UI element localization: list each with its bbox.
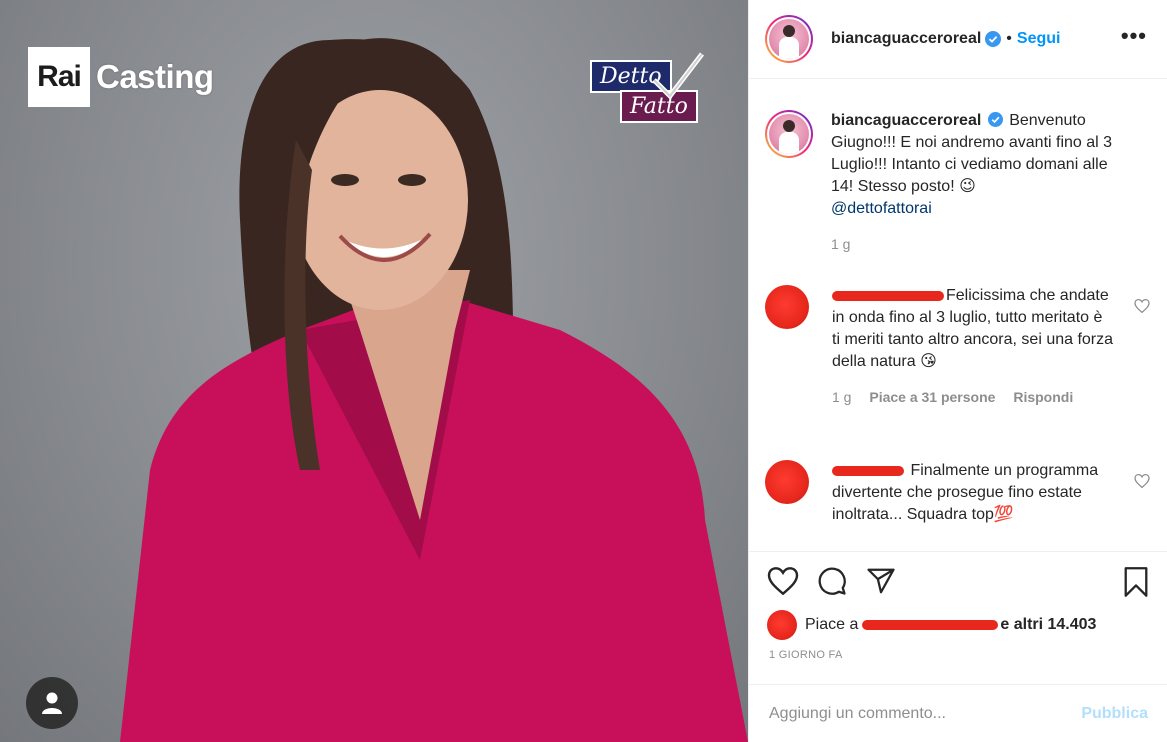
comment-likes[interactable]: Piace a 31 persone — [869, 389, 995, 405]
tagged-users-button[interactable] — [26, 677, 78, 729]
follow-button[interactable]: Segui — [1017, 30, 1061, 48]
more-options-button[interactable]: ••• — [1121, 25, 1147, 47]
redacted-username — [832, 290, 944, 301]
likes-summary[interactable]: Piace a e altri 14.403 — [767, 610, 1096, 640]
comment-avatar-redacted[interactable] — [765, 460, 809, 504]
caption-username[interactable]: biancaguacceroreal — [831, 112, 981, 129]
post-actions: Piace a e altri 14.403 1 GIORNO FA Pubbl… — [749, 551, 1167, 742]
reply-button[interactable]: Rispondi — [1013, 389, 1073, 405]
likes-prefix: Piace a — [805, 616, 859, 633]
comment-bubble-icon[interactable] — [816, 566, 848, 596]
header-separator: • — [1006, 30, 1012, 47]
like-heart-icon[interactable] — [767, 566, 799, 596]
verified-icon — [987, 112, 1003, 127]
rai-logo-box: Rai — [28, 47, 90, 107]
check-icon — [652, 52, 704, 100]
rai-logo-text: Casting — [96, 58, 214, 95]
publish-button[interactable]: Pubblica — [1081, 705, 1148, 723]
comment-meta: 1 g Piace a 31 persone Rispondi — [832, 386, 1114, 408]
post-header: biancaguacceroreal • Segui ••• — [749, 0, 1167, 79]
caption-mention-link[interactable]: @dettofattorai — [831, 200, 932, 217]
detto-fatto-logo: Detto Fatto — [590, 52, 704, 123]
caption-avatar[interactable] — [765, 110, 813, 158]
verified-icon — [985, 31, 1002, 47]
post-sidebar: biancaguacceroreal • Segui ••• biancagua… — [748, 0, 1167, 742]
redacted-liker-name — [862, 620, 999, 630]
comment-input[interactable] — [769, 705, 1082, 723]
comment-heart-icon[interactable] — [1134, 299, 1150, 313]
comment-heart-icon[interactable] — [1134, 474, 1150, 488]
liker-avatar-redacted — [767, 610, 797, 640]
likes-count[interactable]: e altri 14.403 — [1000, 616, 1096, 634]
header-username[interactable]: biancaguacceroreal — [831, 30, 981, 48]
save-bookmark-icon[interactable] — [1122, 566, 1150, 598]
user-icon — [42, 692, 62, 714]
comment-item: Felicissima che andate in onda fino al 3… — [765, 285, 1160, 408]
comment-item: Finalmente un programma divertente che p… — [765, 460, 1160, 526]
add-comment-bar: Pubblica — [749, 684, 1167, 742]
comments-scroll-area[interactable]: biancaguacceroreal Benvenuto Giugno!!! E… — [749, 80, 1167, 550]
rai-casting-logo: Rai Casting — [28, 47, 214, 107]
post-timestamp[interactable]: 1 GIORNO FA — [769, 649, 843, 661]
caption: biancaguacceroreal Benvenuto Giugno!!! E… — [765, 110, 1155, 255]
comment-age[interactable]: 1 g — [832, 389, 851, 405]
comment-avatar-redacted[interactable] — [765, 285, 809, 329]
post-photo[interactable]: Rai Casting Detto Fatto — [0, 0, 748, 742]
share-paper-plane-icon[interactable] — [865, 566, 897, 596]
caption-age[interactable]: 1 g — [831, 233, 1131, 255]
avatar[interactable] — [765, 15, 813, 63]
redacted-username — [832, 465, 904, 476]
